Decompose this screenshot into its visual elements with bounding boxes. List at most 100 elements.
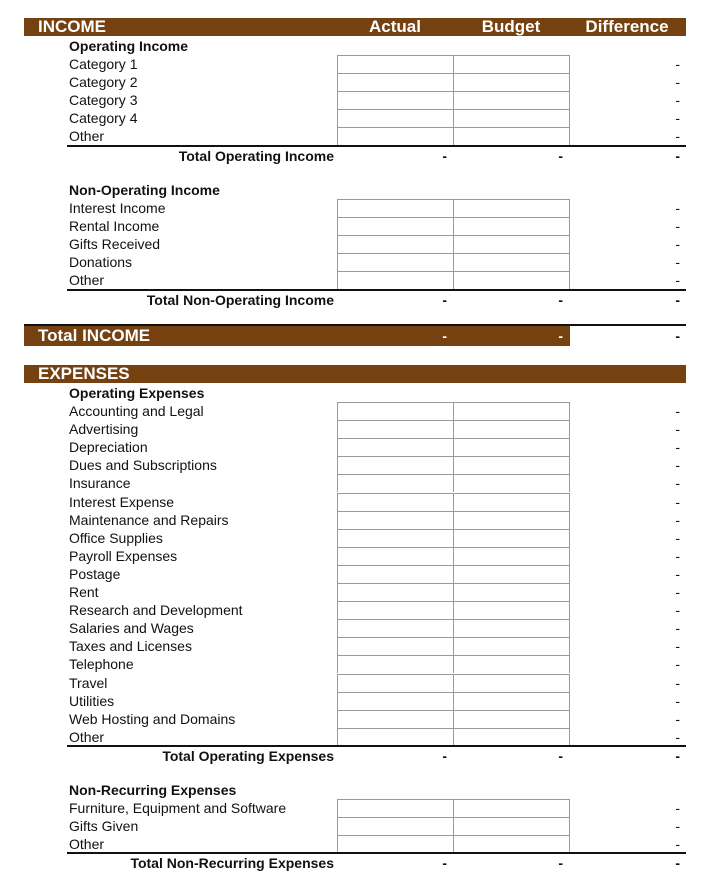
operating-expenses-row: Travel - [0,674,710,692]
budget-input[interactable] [453,637,570,655]
actual-input[interactable] [337,91,454,109]
non-operating-income-row: Rental Income - [0,217,710,235]
operating-expenses-total-row: Total Operating Expenses - - - [0,747,710,765]
budget-input[interactable] [453,402,570,420]
total-income-bar: Total INCOME - - [24,326,570,346]
budget-input[interactable] [453,109,570,127]
budget-input[interactable] [453,529,570,547]
row-label: Depreciation [69,439,148,455]
budget-input[interactable] [453,728,570,746]
actual-input[interactable] [337,835,454,853]
budget-input[interactable] [453,710,570,728]
row-label: Advertising [69,421,139,437]
operating-expenses-row: Payroll Expenses - [0,547,710,565]
actual-input[interactable] [337,109,454,127]
actual-input[interactable] [337,619,454,637]
actual-input[interactable] [337,271,454,289]
budget-input[interactable] [453,601,570,619]
difference-value: - [675,457,680,473]
actual-input[interactable] [337,511,454,529]
operating-expenses-row: Maintenance and Repairs - [0,511,710,529]
actual-input[interactable] [337,637,454,655]
operating-expenses-row: Salaries and Wages - [0,619,710,637]
budget-input[interactable] [453,55,570,73]
total-label: Total Operating Expenses [162,748,334,764]
actual-input[interactable] [337,438,454,456]
actual-input[interactable] [337,583,454,601]
operating-expenses-row: Insurance - [0,474,710,492]
budget-input[interactable] [453,73,570,91]
budget-input[interactable] [453,420,570,438]
difference-value: - [675,800,680,816]
non-recurring-expenses-row: Gifts Given - [0,817,710,835]
total-difference: - [675,855,680,871]
difference-value: - [675,74,680,90]
operating-expenses-row: Other - [0,728,710,746]
budget-input[interactable] [453,456,570,474]
operating-income-row: Category 4 - [0,109,710,127]
operating-expenses-row: Interest Expense - [0,493,710,511]
budget-input[interactable] [453,235,570,253]
actual-input[interactable] [337,55,454,73]
actual-input[interactable] [337,402,454,420]
actual-input[interactable] [337,199,454,217]
actual-input[interactable] [337,529,454,547]
row-label: Other [69,272,105,288]
actual-input[interactable] [337,655,454,673]
actual-input[interactable] [337,601,454,619]
budget-input[interactable] [453,583,570,601]
actual-input[interactable] [337,456,454,474]
row-label: Category 4 [69,110,138,126]
budget-input[interactable] [453,474,570,492]
actual-input[interactable] [337,493,454,511]
operating-income-title: Operating Income [69,38,189,54]
budget-input[interactable] [453,493,570,511]
column-header-difference: Difference [585,17,669,36]
actual-input[interactable] [337,73,454,91]
actual-input[interactable] [337,674,454,692]
actual-input[interactable] [337,692,454,710]
total-label: Total Non-Recurring Expenses [130,855,334,871]
budget-input[interactable] [453,511,570,529]
budget-input[interactable] [453,253,570,271]
actual-input[interactable] [337,799,454,817]
budget-input[interactable] [453,655,570,673]
actual-input[interactable] [337,547,454,565]
budget-input[interactable] [453,565,570,583]
budget-input[interactable] [453,619,570,637]
budget-input[interactable] [453,127,570,145]
row-label: Office Supplies [69,530,163,546]
actual-input[interactable] [337,217,454,235]
budget-input[interactable] [453,674,570,692]
total-label: Total Operating Income [178,148,334,164]
row-label: Maintenance and Repairs [69,512,229,528]
actual-input[interactable] [337,420,454,438]
actual-input[interactable] [337,710,454,728]
budget-input[interactable] [453,547,570,565]
actual-input[interactable] [337,127,454,145]
budget-input[interactable] [453,217,570,235]
budget-input[interactable] [453,271,570,289]
difference-value: - [675,638,680,654]
total-income-budget: - [558,328,563,344]
budget-input[interactable] [453,692,570,710]
row-label: Category 1 [69,56,138,72]
budget-input[interactable] [453,817,570,835]
total-actual: - [442,148,447,164]
income-header-bar: INCOME Actual Budget Difference [24,18,686,36]
operating-income-total-row: Total Operating Income - - - [0,147,710,165]
operating-expenses-row: Taxes and Licenses - [0,637,710,655]
actual-input[interactable] [337,565,454,583]
actual-input[interactable] [337,253,454,271]
budget-input[interactable] [453,438,570,456]
budget-input[interactable] [453,199,570,217]
budget-input[interactable] [453,799,570,817]
budget-input[interactable] [453,91,570,109]
actual-input[interactable] [337,817,454,835]
budget-input[interactable] [453,835,570,853]
total-label: Total Non-Operating Income [146,292,334,308]
actual-input[interactable] [337,474,454,492]
difference-value: - [675,56,680,72]
actual-input[interactable] [337,728,454,746]
actual-input[interactable] [337,235,454,253]
